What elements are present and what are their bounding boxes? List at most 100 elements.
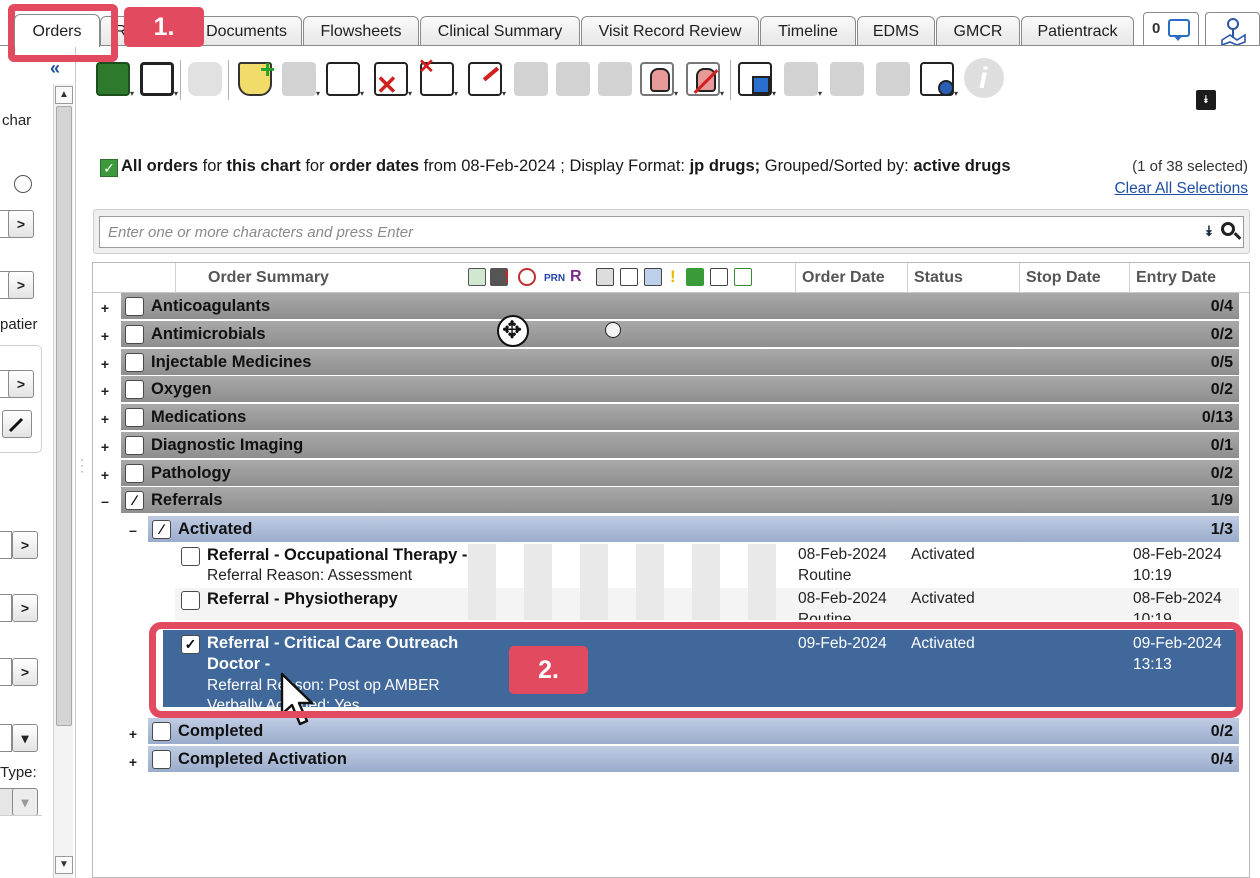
info-clipboard-icon[interactable]: ▾ [916, 54, 958, 102]
side-field-4[interactable] [0, 531, 12, 559]
group-row[interactable]: Antimicrobials 0/2 [121, 321, 1239, 348]
group-checkbox[interactable] [125, 297, 144, 316]
cancel-reorder-icon[interactable]: ✕ ▾ [416, 54, 458, 102]
group-checkbox[interactable] [125, 408, 144, 427]
column-order-summary[interactable]: Order Summary [175, 263, 465, 293]
search-icon[interactable] [1221, 222, 1235, 236]
group-row[interactable]: Oxygen 0/2 [121, 376, 1239, 403]
group-row[interactable]: Anticoagulants 0/4 [121, 293, 1239, 320]
subgroup-row-activated[interactable]: ∕ Activated 1/3 [148, 516, 1239, 543]
sign-icon[interactable]: ▾ [464, 54, 506, 102]
side-field-5[interactable] [0, 594, 12, 622]
copy-icon[interactable] [594, 54, 636, 102]
expand-icon[interactable]: + [98, 383, 112, 399]
group-row[interactable]: Medications 0/13 [121, 404, 1239, 431]
tab-documents[interactable]: Documents [190, 16, 302, 46]
collapse-icon[interactable]: – [126, 522, 140, 538]
expand-icon[interactable]: + [98, 328, 112, 344]
rx-icon[interactable]: R [570, 268, 588, 286]
column-status[interactable]: Status [907, 263, 1019, 293]
column-stop-date[interactable]: Stop Date [1019, 263, 1129, 293]
tab-patientrack[interactable]: Patientrack [1021, 16, 1134, 46]
prescription-icon[interactable] [826, 54, 868, 102]
expand-icon[interactable]: + [98, 411, 112, 427]
subgroup-checkbox[interactable] [152, 722, 171, 741]
hold-icon[interactable]: ▾ [636, 54, 678, 102]
resize-grip-icon[interactable]: · · · [80, 453, 84, 477]
order-checkbox[interactable] [181, 591, 200, 610]
type-dropdown-button[interactable]: ▾ [12, 788, 38, 816]
group-checkbox[interactable] [125, 325, 144, 344]
order-checkbox[interactable] [181, 547, 200, 566]
column-order-date[interactable]: Order Date [795, 263, 907, 293]
pencil-button[interactable] [2, 410, 32, 438]
document-icon[interactable] [620, 268, 638, 286]
radio-button[interactable] [14, 175, 32, 193]
next-button-2[interactable]: > [8, 271, 34, 299]
messages-tab[interactable]: 0 [1143, 12, 1199, 46]
scroll-up-button[interactable]: ▲ [55, 86, 73, 104]
next-button-3[interactable]: > [8, 370, 34, 398]
sort-az-icon[interactable]: ▾ [136, 54, 178, 102]
edit-icon[interactable] [710, 268, 728, 286]
copy-icon[interactable] [596, 268, 614, 286]
group-checkbox[interactable] [125, 353, 144, 372]
scroll-thumb[interactable] [56, 106, 72, 726]
next-button-4[interactable]: > [12, 531, 38, 559]
tab-gmcr[interactable]: GMCR [936, 16, 1020, 46]
review-icon[interactable]: ▾ [734, 54, 776, 102]
tab-visit-record-review[interactable]: Visit Record Review [581, 16, 759, 46]
prn-icon[interactable]: PRN [544, 268, 566, 286]
clear-selections-link[interactable]: Clear All Selections [1114, 180, 1248, 198]
next-button-1[interactable]: > [8, 210, 34, 238]
group-checkbox[interactable] [125, 464, 144, 483]
order-row[interactable]: Referral - Occupational Therapy - Referr… [175, 544, 1239, 588]
resume-icon[interactable] [552, 54, 594, 102]
tab-flowsheets[interactable]: Flowsheets [303, 16, 419, 46]
collapse-icon[interactable]: – [98, 493, 112, 509]
add-order-icon[interactable]: + [234, 54, 276, 102]
home-icon[interactable] [686, 268, 704, 286]
group-checkbox[interactable] [125, 380, 144, 399]
group-checkbox-partial[interactable]: ∕ [125, 491, 144, 510]
pharmacy-icon[interactable] [644, 268, 662, 286]
tab-timeline[interactable]: Timeline [760, 16, 856, 46]
alert-icon[interactable]: ! [504, 268, 512, 286]
side-field-6[interactable] [0, 658, 12, 686]
tab-clinical-summary[interactable]: Clinical Summary [420, 16, 580, 46]
dropdown-button[interactable]: ▾ [12, 724, 38, 752]
no-hold-icon[interactable]: ▾ [682, 54, 724, 102]
subgroup-checkbox-partial[interactable]: ∕ [152, 520, 171, 539]
column-entry-date[interactable]: Entry Date [1129, 263, 1249, 293]
suspend-icon[interactable] [510, 54, 552, 102]
expand-icon[interactable]: + [98, 356, 112, 372]
expand-icon[interactable]: + [98, 439, 112, 455]
group-row[interactable]: Pathology 0/2 [121, 460, 1239, 487]
expand-icon[interactable]: + [98, 300, 112, 316]
undo-icon[interactable] [184, 54, 226, 102]
warning-icon[interactable]: ! [670, 268, 678, 286]
map-tab[interactable] [1205, 12, 1260, 47]
group-checkbox[interactable] [125, 436, 144, 455]
group-row[interactable]: Injectable Medicines 0/5 [121, 349, 1239, 376]
order-row[interactable]: Referral - Physiotherapy 08-Feb-2024 Rou… [175, 588, 1239, 620]
complete-icon[interactable]: ▾ [780, 54, 822, 102]
home-delivery-icon[interactable] [872, 54, 914, 102]
expand-icon[interactable]: + [126, 726, 140, 742]
refresh-icon[interactable] [518, 268, 536, 286]
subgroup-checkbox[interactable] [152, 750, 171, 769]
tab-edms[interactable]: EDMS [857, 16, 935, 46]
left-panel-scrollbar[interactable]: ▲ ▼ [53, 84, 73, 878]
group-row-referrals[interactable]: ∕ Referrals 1/9 [121, 487, 1239, 514]
tab-orders[interactable]: Orders [14, 14, 100, 47]
subgroup-row-completed-activation[interactable]: Completed Activation 0/4 [148, 746, 1239, 773]
info-icon[interactable]: i [962, 54, 1004, 102]
attachment-icon[interactable] [734, 268, 752, 286]
double-chevron-down-icon[interactable]: ⯯ [1205, 223, 1213, 240]
discontinue-icon[interactable]: ✕ ▾ [370, 54, 412, 102]
scroll-down-button[interactable]: ▼ [55, 856, 73, 874]
modify-icon[interactable]: ▾ [322, 54, 364, 102]
expand-icon[interactable]: + [98, 467, 112, 483]
next-button-5[interactable]: > [12, 594, 38, 622]
expand-icon[interactable]: + [126, 754, 140, 770]
